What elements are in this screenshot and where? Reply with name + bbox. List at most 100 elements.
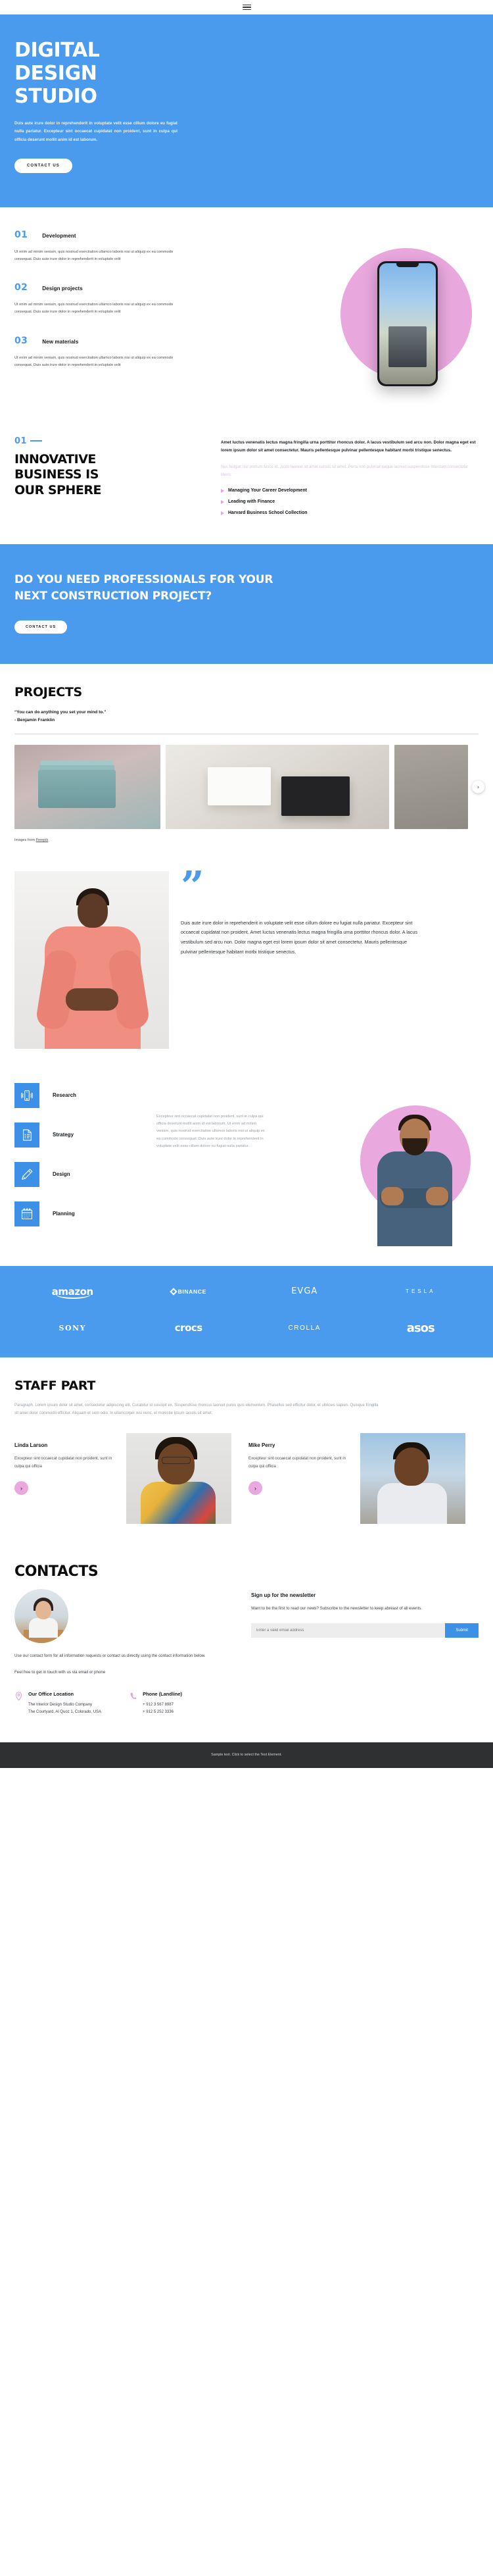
staff-photo bbox=[126, 1433, 231, 1525]
phone-icon bbox=[129, 1691, 137, 1716]
contacts-section: CONTACTS Use our contact form for all in… bbox=[0, 1544, 493, 1742]
contacts-title: CONTACTS bbox=[14, 1563, 99, 1580]
triangle-bullet-icon bbox=[221, 499, 224, 504]
hamburger-menu-icon[interactable] bbox=[242, 4, 251, 11]
contacts-note: Use our contact form for all information… bbox=[14, 1652, 231, 1676]
brand-logo-asos: asos bbox=[406, 1321, 435, 1335]
services-section: Research Strategy Design Planning Except… bbox=[0, 1066, 493, 1266]
brand-logo-amazon: amazon bbox=[51, 1285, 93, 1299]
testimonial-section: ” Duis aute irure dolor in reprehenderit… bbox=[0, 859, 493, 1066]
staff-photo bbox=[360, 1433, 465, 1525]
dash-decoration bbox=[30, 440, 43, 442]
newsletter-block: Sign up for the newsletter Want to be th… bbox=[251, 1563, 479, 1715]
brand-logo-tesla: TESLA bbox=[406, 1288, 436, 1295]
projects-slider: › bbox=[14, 744, 484, 829]
binance-diamond-icon bbox=[169, 1288, 177, 1296]
hero-contact-us-button[interactable]: CONTACT US bbox=[14, 158, 72, 173]
brand-logo-row: SONY crocs CROLLA asos bbox=[14, 1321, 479, 1335]
brand-logo-sony: SONY bbox=[59, 1323, 86, 1332]
pencil-icon bbox=[14, 1161, 39, 1187]
footer-text: Sample text. Click to select the Text El… bbox=[211, 1752, 282, 1757]
innovative-heading: INNOVATIVE BUSINESS IS OUR SPHERE bbox=[14, 451, 101, 498]
innovative-lead-text: Amet luctus venenatis lectus magna fring… bbox=[221, 440, 476, 453]
feature-item: 02 Design projects Ut enim ad minim veni… bbox=[14, 282, 212, 316]
contacts-note-line-2: Feel free to get in touch with us via em… bbox=[14, 1669, 106, 1675]
service-item-research[interactable]: Research bbox=[14, 1082, 146, 1108]
footer: Sample text. Click to select the Text El… bbox=[0, 1742, 493, 1768]
feature-number: 02 bbox=[14, 282, 28, 293]
page-root: DIGITAL DESIGN STUDIO Duis aute irure do… bbox=[0, 0, 493, 1768]
innovative-link-item[interactable]: Harvard Business School Collection bbox=[221, 511, 479, 515]
staff-arrow-icon[interactable]: › bbox=[14, 1481, 28, 1496]
hero-section: DIGITAL DESIGN STUDIO Duis aute irure do… bbox=[0, 14, 493, 207]
phone-numbers: + 912 3 567 8987 + 912 5 252 3336 bbox=[143, 1702, 174, 1714]
cta-banner-contact-button[interactable]: CONTACT US bbox=[14, 620, 68, 634]
contacts-note-line-1: Use our contact form for all information… bbox=[14, 1654, 206, 1659]
project-slide[interactable] bbox=[14, 744, 160, 829]
contact-details: Our Office Location The Interior Design … bbox=[14, 1691, 231, 1716]
feature-item: 03 New materials Ut enim ad minim veniam… bbox=[14, 336, 212, 369]
hero-title-line-1: DIGITAL bbox=[14, 39, 100, 62]
projects-quote: “You can do anything you set your mind t… bbox=[14, 709, 106, 715]
innovative-links-list: Managing Your Career Development Leading… bbox=[221, 488, 479, 515]
service-item-planning[interactable]: Planning bbox=[14, 1201, 146, 1226]
brand-logo-evga: EVGA bbox=[291, 1286, 318, 1297]
newsletter-form: Submit bbox=[251, 1623, 479, 1638]
feature-body: Ut enim ad minim veniam, quis nostrud ex… bbox=[14, 249, 173, 261]
staff-description: Excepteur sint occaecat cupidatat non pr… bbox=[248, 1456, 346, 1469]
hero-paragraph: Duis aute irure dolor in reprehenderit i… bbox=[14, 121, 177, 142]
triangle-bullet-icon bbox=[221, 511, 224, 515]
features-list: 01 Development Ut enim ad minim veniam, … bbox=[14, 230, 212, 401]
projects-quote-author: - Benjamin Franklin bbox=[14, 717, 55, 722]
staff-card: Mike Perry Excepteur sint occaecat cupid… bbox=[248, 1433, 475, 1525]
testimonial-photo bbox=[14, 871, 169, 1049]
smartphone-mockup bbox=[377, 261, 438, 386]
office-location-block: Our Office Location The Interior Design … bbox=[14, 1691, 101, 1716]
hero-title: DIGITAL DESIGN STUDIO bbox=[14, 39, 212, 108]
staff-arrow-icon[interactable]: › bbox=[248, 1481, 262, 1496]
quote-mark-icon: ” bbox=[181, 861, 204, 910]
phone-block: Phone (Landline) + 912 3 567 8987 + 912 … bbox=[129, 1691, 182, 1716]
cta-banner-heading: DO YOU NEED PROFESSIONALS FOR YOUR NEXT … bbox=[14, 573, 273, 603]
services-illustration bbox=[275, 1079, 479, 1246]
staff-description: Excepteur sint occaecat cupidatat non pr… bbox=[14, 1456, 112, 1469]
feature-title: Development bbox=[42, 232, 76, 239]
cta-banner-section: DO YOU NEED PROFESSIONALS FOR YOUR NEXT … bbox=[0, 544, 493, 664]
staff-intro: Paragraph. Lorem ipsum dolor sit amet, c… bbox=[14, 1403, 379, 1416]
phone-notch bbox=[396, 263, 419, 267]
staff-name: Linda Larson bbox=[14, 1442, 48, 1449]
project-slide[interactable] bbox=[394, 744, 468, 829]
map-pin-icon bbox=[14, 1691, 23, 1716]
services-copy: Excepteur sint occaecat cupidatat non pr… bbox=[156, 1114, 265, 1149]
service-item-design[interactable]: Design bbox=[14, 1161, 146, 1187]
projects-title: PROJECTS bbox=[14, 684, 82, 699]
feature-item: 01 Development Ut enim ad minim veniam, … bbox=[14, 230, 212, 263]
staff-title: STAFF PART bbox=[14, 1378, 96, 1393]
calendar-icon bbox=[14, 1201, 39, 1226]
office-location-title: Our Office Location bbox=[28, 1690, 74, 1697]
innovative-number: 01 bbox=[14, 436, 205, 446]
newsletter-email-input[interactable] bbox=[251, 1623, 446, 1638]
phone-title: Phone (Landline) bbox=[143, 1690, 183, 1697]
project-slide[interactable] bbox=[166, 744, 389, 829]
brand-logo-binance: BINANCE bbox=[131, 1288, 247, 1296]
projects-section: PROJECTS “You can do anything you set yo… bbox=[0, 664, 493, 859]
office-location-text: The Interior Design Studio Company The C… bbox=[28, 1702, 102, 1714]
slider-next-arrow-icon[interactable]: › bbox=[472, 780, 484, 794]
service-item-strategy[interactable]: Strategy bbox=[14, 1122, 146, 1148]
feature-body: Ut enim ad minim veniam, quis nostrud ex… bbox=[14, 303, 173, 315]
brand-logo-row: amazon BINANCE EVGA TESLA bbox=[14, 1285, 479, 1299]
triangle-bullet-icon bbox=[221, 488, 224, 493]
document-checklist-icon bbox=[14, 1122, 39, 1148]
brand-logo-crocs: crocs bbox=[174, 1322, 202, 1334]
innovative-business-section: 01 INNOVATIVE BUSINESS IS OUR SPHERE Ame… bbox=[0, 419, 493, 545]
innovative-link-item[interactable]: Leading with Finance bbox=[221, 499, 479, 504]
top-navbar bbox=[0, 0, 493, 14]
testimonial-text: Duis aute irure dolor in reprehenderit i… bbox=[181, 919, 417, 955]
service-label: Design bbox=[53, 1171, 70, 1178]
innovative-muted-text: Nec feugiat nisl pretium fusce id. Justo… bbox=[221, 464, 469, 478]
newsletter-submit-button[interactable]: Submit bbox=[445, 1623, 479, 1638]
freepik-link[interactable]: Freepik bbox=[36, 838, 49, 842]
service-label: Research bbox=[53, 1092, 77, 1099]
innovative-link-item[interactable]: Managing Your Career Development bbox=[221, 488, 479, 493]
